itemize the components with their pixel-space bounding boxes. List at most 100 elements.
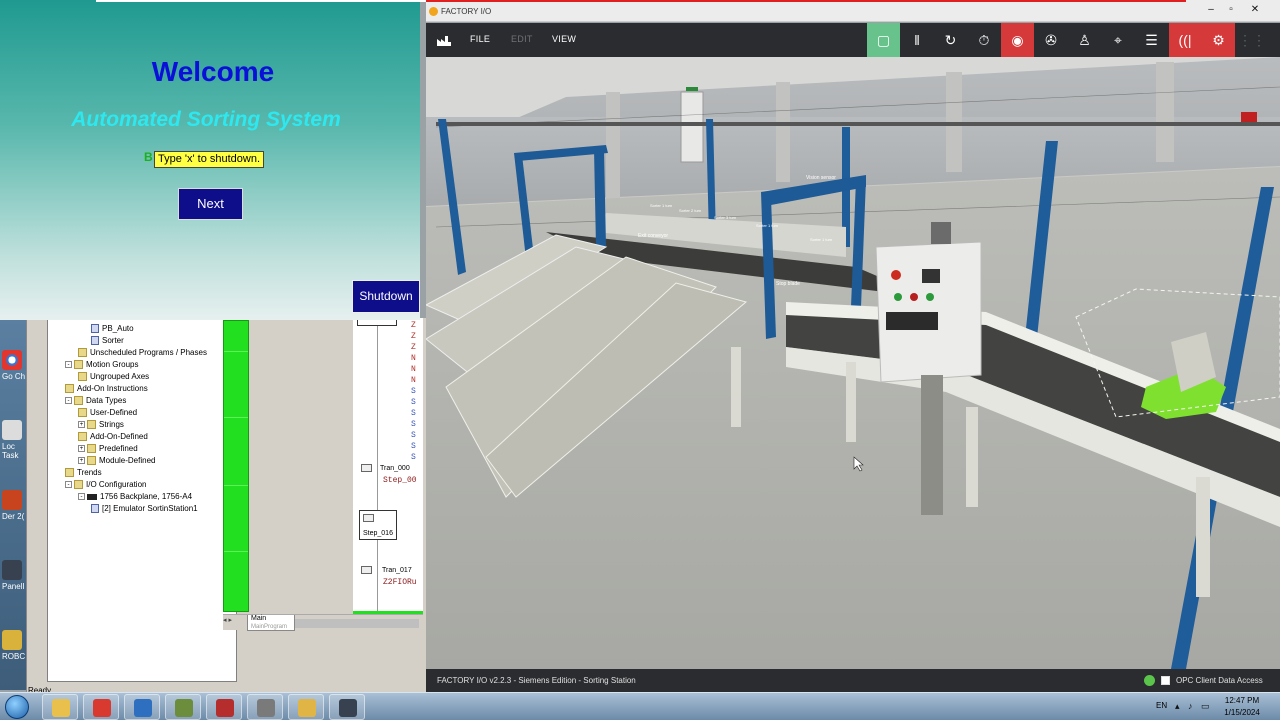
- start-button[interactable]: [5, 695, 29, 719]
- run-icon[interactable]: ▢: [867, 23, 900, 57]
- factoryio-icon[interactable]: [329, 694, 365, 720]
- next-button[interactable]: Next: [178, 188, 243, 220]
- sfc-code-letter: N: [411, 354, 416, 363]
- app-glyph: [257, 699, 275, 717]
- expand-icon[interactable]: +: [78, 445, 85, 453]
- tree-item[interactable]: Unscheduled Programs / Phases: [48, 347, 236, 359]
- collapse-icon[interactable]: -: [65, 397, 72, 405]
- tree-item[interactable]: + Module-Defined: [48, 455, 236, 467]
- minimize-icon[interactable]: –: [1202, 3, 1220, 17]
- first-person-icon[interactable]: ♙: [1068, 23, 1101, 57]
- transition-icon: [361, 464, 372, 472]
- pause-icon[interactable]: ‖: [901, 23, 934, 57]
- tree-item[interactable]: Sorter: [48, 335, 236, 347]
- folder-icon: [78, 372, 87, 382]
- menu-file[interactable]: FILE: [470, 34, 490, 44]
- sorter-label: Sorter 2 turn: [679, 208, 701, 213]
- tree-item[interactable]: Trends: [48, 467, 236, 479]
- tree-item[interactable]: - Motion Groups: [48, 359, 236, 371]
- tree-item[interactable]: - 1756 Backplane, 1756-A4: [48, 491, 236, 503]
- sfc-code-letter: N: [411, 365, 416, 374]
- close-icon[interactable]: ✕: [1246, 3, 1264, 17]
- sfc-code-letter: N: [411, 376, 416, 385]
- app-glyph: [93, 699, 111, 717]
- tree-item-label: Sorter: [102, 336, 124, 345]
- desktop-icon-label: Loc Task: [2, 442, 19, 460]
- window-edge: [96, 0, 426, 2]
- driver-name[interactable]: OPC Client Data Access: [1176, 676, 1263, 685]
- collapse-icon[interactable]: -: [65, 361, 72, 369]
- focus-highlight: [426, 0, 1186, 2]
- tree-item[interactable]: + Predefined: [48, 443, 236, 455]
- tree-item-label: Strings: [99, 420, 124, 429]
- tree-item-label: Trends: [77, 468, 102, 477]
- network-icon[interactable]: [247, 694, 283, 720]
- factoryio-statusbar: FACTORY I/O v2.2.3 - Siemens Edition - S…: [426, 669, 1280, 692]
- maximize-icon[interactable]: ▫: [1222, 3, 1240, 17]
- rslogix-window: PB_Auto Sorter Unscheduled Programs / Phas…: [26, 318, 426, 698]
- menu-edit[interactable]: EDIT: [511, 34, 533, 44]
- explorer-icon[interactable]: [42, 694, 78, 720]
- grid-icon[interactable]: ⋮⋮: [1236, 23, 1269, 57]
- tools-icon[interactable]: [165, 694, 201, 720]
- desktop-icon-label: ROBC: [2, 652, 26, 661]
- tree-item[interactable]: - Data Types: [48, 395, 236, 407]
- vision-sensor-label: Vision sensor: [806, 175, 836, 181]
- sfc-code-letter: S: [411, 420, 416, 429]
- obscured-text: B: [144, 150, 153, 164]
- tray-icons[interactable]: ▴ ♪ ▭: [1175, 701, 1213, 712]
- list-icon[interactable]: ☰: [1135, 23, 1168, 57]
- folder-icon: [74, 480, 83, 490]
- expand-icon[interactable]: +: [78, 421, 85, 429]
- factoryio-titlebar[interactable]: FACTORY I/O – ▫ ✕: [426, 0, 1280, 22]
- ladder-power-rail: [223, 320, 249, 612]
- desktop-icon-label: Der 2(: [2, 512, 25, 521]
- drivers-icon[interactable]: ⚙: [1202, 23, 1235, 57]
- der-icon: [2, 490, 22, 510]
- menu-view[interactable]: VIEW: [552, 34, 576, 44]
- system-clock[interactable]: 12:47 PM 1/15/2024: [1222, 695, 1262, 719]
- search-app-icon[interactable]: [124, 694, 160, 720]
- tree-item[interactable]: Add-On Instructions: [48, 383, 236, 395]
- factory-logo-icon[interactable]: [436, 33, 452, 47]
- tab-scrollbar[interactable]: [295, 619, 419, 628]
- fan-icon[interactable]: ✇: [1035, 23, 1068, 57]
- step-016-box[interactable]: Step_016: [359, 510, 397, 540]
- expand-icon[interactable]: +: [78, 457, 85, 465]
- sensor-signal-icon[interactable]: ((|: [1168, 23, 1202, 57]
- desktop-icon-label: PanelI: [2, 582, 25, 591]
- camera-orbit-icon[interactable]: ◉: [1001, 23, 1034, 57]
- reset-icon[interactable]: ↻: [934, 23, 967, 57]
- collapse-icon[interactable]: -: [78, 493, 85, 501]
- routine-icon: [91, 336, 99, 346]
- task-icon: [2, 420, 22, 440]
- backplane-icon: [87, 493, 97, 500]
- timer-icon[interactable]: ⏱: [968, 23, 1001, 57]
- sfc-wire: [377, 318, 378, 618]
- chrome-icon[interactable]: [83, 694, 119, 720]
- tree-item-label: I/O Configuration: [86, 480, 147, 489]
- tree-item[interactable]: User-Defined: [48, 407, 236, 419]
- driver-icon[interactable]: [1161, 676, 1170, 685]
- exit-conveyor-label: Exit conveyor: [638, 233, 668, 239]
- target-icon[interactable]: ⌖: [1102, 23, 1135, 57]
- step-016-label: Step_016: [363, 530, 393, 537]
- z2fio-code: Z2FIORu: [383, 578, 417, 587]
- sfc-code-letter: S: [411, 442, 416, 451]
- language-indicator[interactable]: EN: [1156, 701, 1167, 720]
- pdf-icon[interactable]: [206, 694, 242, 720]
- collapse-icon[interactable]: -: [65, 481, 72, 489]
- tree-item[interactable]: [2] Emulator SortinStation1: [48, 503, 236, 515]
- 3d-viewport[interactable]: Vision sensor Exit conveyor Stop blade S…: [426, 57, 1280, 669]
- window-title: FACTORY I/O: [441, 7, 492, 16]
- tab-nav-arrows[interactable]: ◂ ▸: [223, 616, 249, 629]
- tree-item[interactable]: + Strings: [48, 419, 236, 431]
- tree-item[interactable]: Ungrouped Axes: [48, 371, 236, 383]
- tree-item[interactable]: Add-On-Defined: [48, 431, 236, 443]
- shutdown-button[interactable]: Shutdown: [352, 280, 420, 313]
- tab-main[interactable]: Main MainProgram: [247, 615, 295, 631]
- tree-item[interactable]: - I/O Configuration: [48, 479, 236, 491]
- tree-item[interactable]: PB_Auto: [48, 323, 236, 335]
- tab-main-sub: MainProgram: [251, 624, 288, 630]
- folder-icon[interactable]: [288, 694, 324, 720]
